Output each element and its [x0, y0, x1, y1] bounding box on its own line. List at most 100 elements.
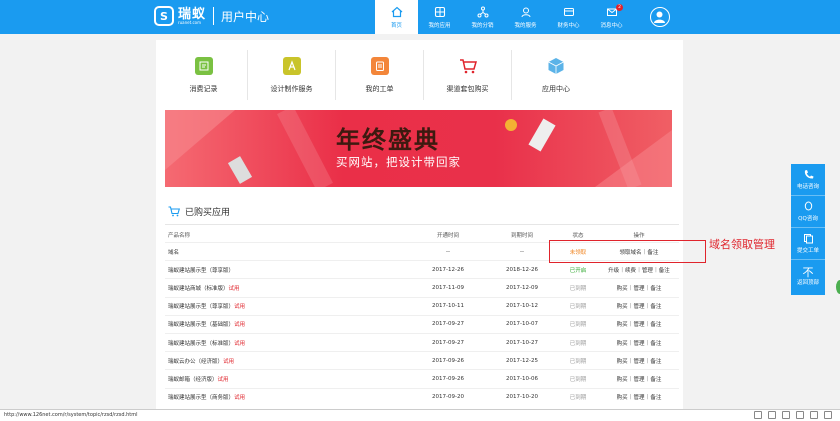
avatar[interactable] — [650, 7, 670, 27]
action-separator: | — [629, 357, 632, 364]
tray-icon[interactable] — [810, 411, 818, 419]
side-phone-consult[interactable]: 电话咨询 — [791, 164, 825, 196]
row-action-link[interactable]: 备注 — [650, 339, 661, 347]
quick-link-design-service[interactable]: 设计制作服务 — [248, 50, 336, 100]
product-name-text: 瑞蚁建站展示型（商务版） — [168, 395, 235, 402]
browser-status-bar: http://www.126net.com/r/system/topic/rzs… — [0, 409, 840, 421]
tray-icon[interactable] — [768, 411, 776, 419]
row-action-link[interactable]: 购买 — [617, 357, 628, 365]
side-submit-ticket[interactable]: 提交工单 — [791, 228, 825, 260]
row-action-link[interactable]: 管理 — [633, 393, 644, 401]
row-action-link[interactable]: 备注 — [650, 393, 661, 401]
row-action-link[interactable]: 购买 — [617, 339, 628, 347]
table-row: 瑞蚁建站商城（标准版） 试用 2017-11-09 2017-12-09 已到期 购买 | 管… — [165, 278, 679, 296]
side-back-to-top[interactable]: 不 返回顶部 — [791, 260, 825, 292]
tray-icon[interactable] — [782, 411, 790, 419]
row-action-link[interactable]: 备注 — [650, 302, 661, 310]
action-separator: | — [654, 266, 657, 273]
row-actions: 升级 | 续费 | 管理 | 备注 — [599, 261, 679, 278]
wallet-icon — [563, 7, 574, 16]
table-row: 瑞蚁建站展示型（商务版） 试用 2017-09-20 2017-10-20 已到期 购买 |… — [165, 387, 679, 406]
action-separator: | — [646, 303, 649, 310]
row-action-link[interactable]: 备注 — [650, 375, 661, 383]
cart-icon — [168, 206, 180, 217]
row-actions: 购买 | 管理 | 备注 — [599, 298, 679, 315]
quick-link-label: 设计制作服务 — [270, 84, 313, 93]
logo[interactable]: S 瑞蚁 ruanet.com 用户中心 — [154, 6, 269, 26]
tray-icon[interactable] — [754, 411, 762, 419]
nav-messages[interactable]: 消息中心 2 — [590, 0, 633, 34]
side-toolbar: 电话咨询 QQ咨询 提交工单 不 返回顶部 — [791, 164, 825, 295]
row-action-link[interactable]: 管理 — [633, 357, 644, 365]
tray-icon[interactable] — [824, 411, 832, 419]
logo-mark: S — [154, 6, 174, 26]
row-action-link[interactable]: 管理 — [633, 284, 644, 292]
row-action-link[interactable]: 备注 — [659, 266, 670, 274]
quick-link-consumption[interactable]: 消费记录 — [160, 50, 248, 100]
trial-tag: 试用 — [228, 285, 240, 292]
main-content: 消费记录 设计制作服务 我的工单 渠道套包购买 应用中心 年终盛典 买网站，把设… — [156, 40, 683, 421]
quick-link-label: 渠道套包购买 — [446, 84, 489, 93]
row-action-link[interactable]: 管理 — [633, 302, 644, 310]
banner-title: 年终盛典 — [336, 126, 440, 154]
qq-icon — [804, 201, 812, 211]
open-date: 2017-10-11 — [432, 303, 464, 310]
tray-icon[interactable] — [796, 411, 804, 419]
side-qq-consult[interactable]: QQ咨询 — [791, 196, 825, 228]
product-name-text: 瑞蚁建站展示型（基础版） — [168, 322, 235, 329]
table-row: 瑞蚁建站展示型（基础版） 试用 2017-09-27 2017-10-07 已到期 购买 |… — [165, 314, 679, 333]
table-row: 瑞蚁建站展示型（尊享版） 试用 2017-10-11 2017-10-12 已到期 购买 |… — [165, 296, 679, 315]
row-action-link[interactable]: 管理 — [633, 375, 644, 383]
row-action-link[interactable]: 备注 — [650, 357, 661, 365]
promo-banner[interactable]: 年终盛典 买网站，把设计带回家 — [165, 110, 672, 187]
side-tool-label: QQ咨询 — [798, 216, 818, 222]
message-count-badge: 2 — [616, 4, 623, 11]
row-action-link[interactable]: 升级 — [608, 266, 619, 274]
quick-link-channel-package[interactable]: 渠道套包购买 — [424, 50, 512, 100]
side-tool-label: 电话咨询 — [796, 184, 819, 190]
quick-link-label: 我的工单 — [365, 84, 394, 93]
action-separator: | — [638, 266, 640, 273]
open-date: 2017-11-09 — [432, 284, 464, 291]
row-action-link[interactable]: 管理 — [633, 339, 644, 347]
row-actions: 购买 | 管理 | 备注 — [599, 334, 679, 351]
col-open-date: 开通时间 — [436, 233, 459, 239]
nav-home[interactable]: 首页 — [375, 0, 418, 34]
row-actions: 购买 | 管理 | 备注 — [599, 389, 679, 406]
nav-my-distribution[interactable]: 我的分销 — [461, 0, 504, 34]
row-actions: 购买 | 管理 | 备注 — [599, 316, 679, 333]
product-name: 瑞蚁建站展示型（标准版） 试用 — [168, 334, 245, 351]
nav-my-services[interactable]: 我的服务 — [504, 0, 547, 34]
main-nav: 首页 我的应用 我的分销 我的服务 财务中心 消息中心 2 — [375, 0, 633, 34]
clipboard-icon — [370, 56, 389, 75]
bill-icon — [194, 56, 213, 75]
open-date: 2017-09-26 — [432, 357, 464, 364]
row-action-link[interactable]: 备注 — [650, 284, 661, 292]
quick-link-tickets[interactable]: 我的工单 — [336, 50, 424, 100]
nav-my-apps[interactable]: 我的应用 — [418, 0, 461, 34]
annotation-label: 域名领取管理 — [709, 238, 775, 251]
action-separator: | — [629, 375, 632, 382]
open-date: 2017-12-26 — [432, 266, 464, 273]
quick-link-app-center[interactable]: 应用中心 — [512, 50, 600, 100]
quick-links: 消费记录 设计制作服务 我的工单 渠道套包购买 应用中心 — [156, 50, 683, 100]
nav-finance[interactable]: 财务中心 — [547, 0, 590, 34]
product-name-text: 瑞蚁建站商城（标准版） — [168, 285, 229, 292]
row-action-link[interactable]: 购买 — [617, 393, 628, 401]
product-name-text: 瑞蚁云办公（经济版） — [168, 358, 224, 365]
chat-widget-icon[interactable] — [836, 280, 840, 294]
status-badge: 已到期 — [569, 340, 587, 347]
row-action-link[interactable]: 管理 — [642, 266, 653, 274]
page-title: 用户中心 — [221, 9, 270, 24]
row-action-link[interactable]: 购买 — [617, 284, 628, 292]
row-actions: 购买 | 管理 | 备注 — [599, 352, 679, 369]
row-action-link[interactable]: 购买 — [617, 320, 628, 328]
row-action-link[interactable]: 备注 — [650, 320, 661, 328]
row-action-link[interactable]: 管理 — [633, 320, 644, 328]
side-tool-label: 返回顶部 — [796, 279, 819, 286]
row-action-link[interactable]: 续费 — [625, 266, 636, 274]
row-action-link[interactable]: 购买 — [617, 375, 628, 383]
status-badge: 已开启 — [569, 267, 587, 274]
product-name: 瑞蚁云办公（经济版） 试用 — [168, 352, 234, 369]
row-action-link[interactable]: 购买 — [617, 302, 628, 310]
